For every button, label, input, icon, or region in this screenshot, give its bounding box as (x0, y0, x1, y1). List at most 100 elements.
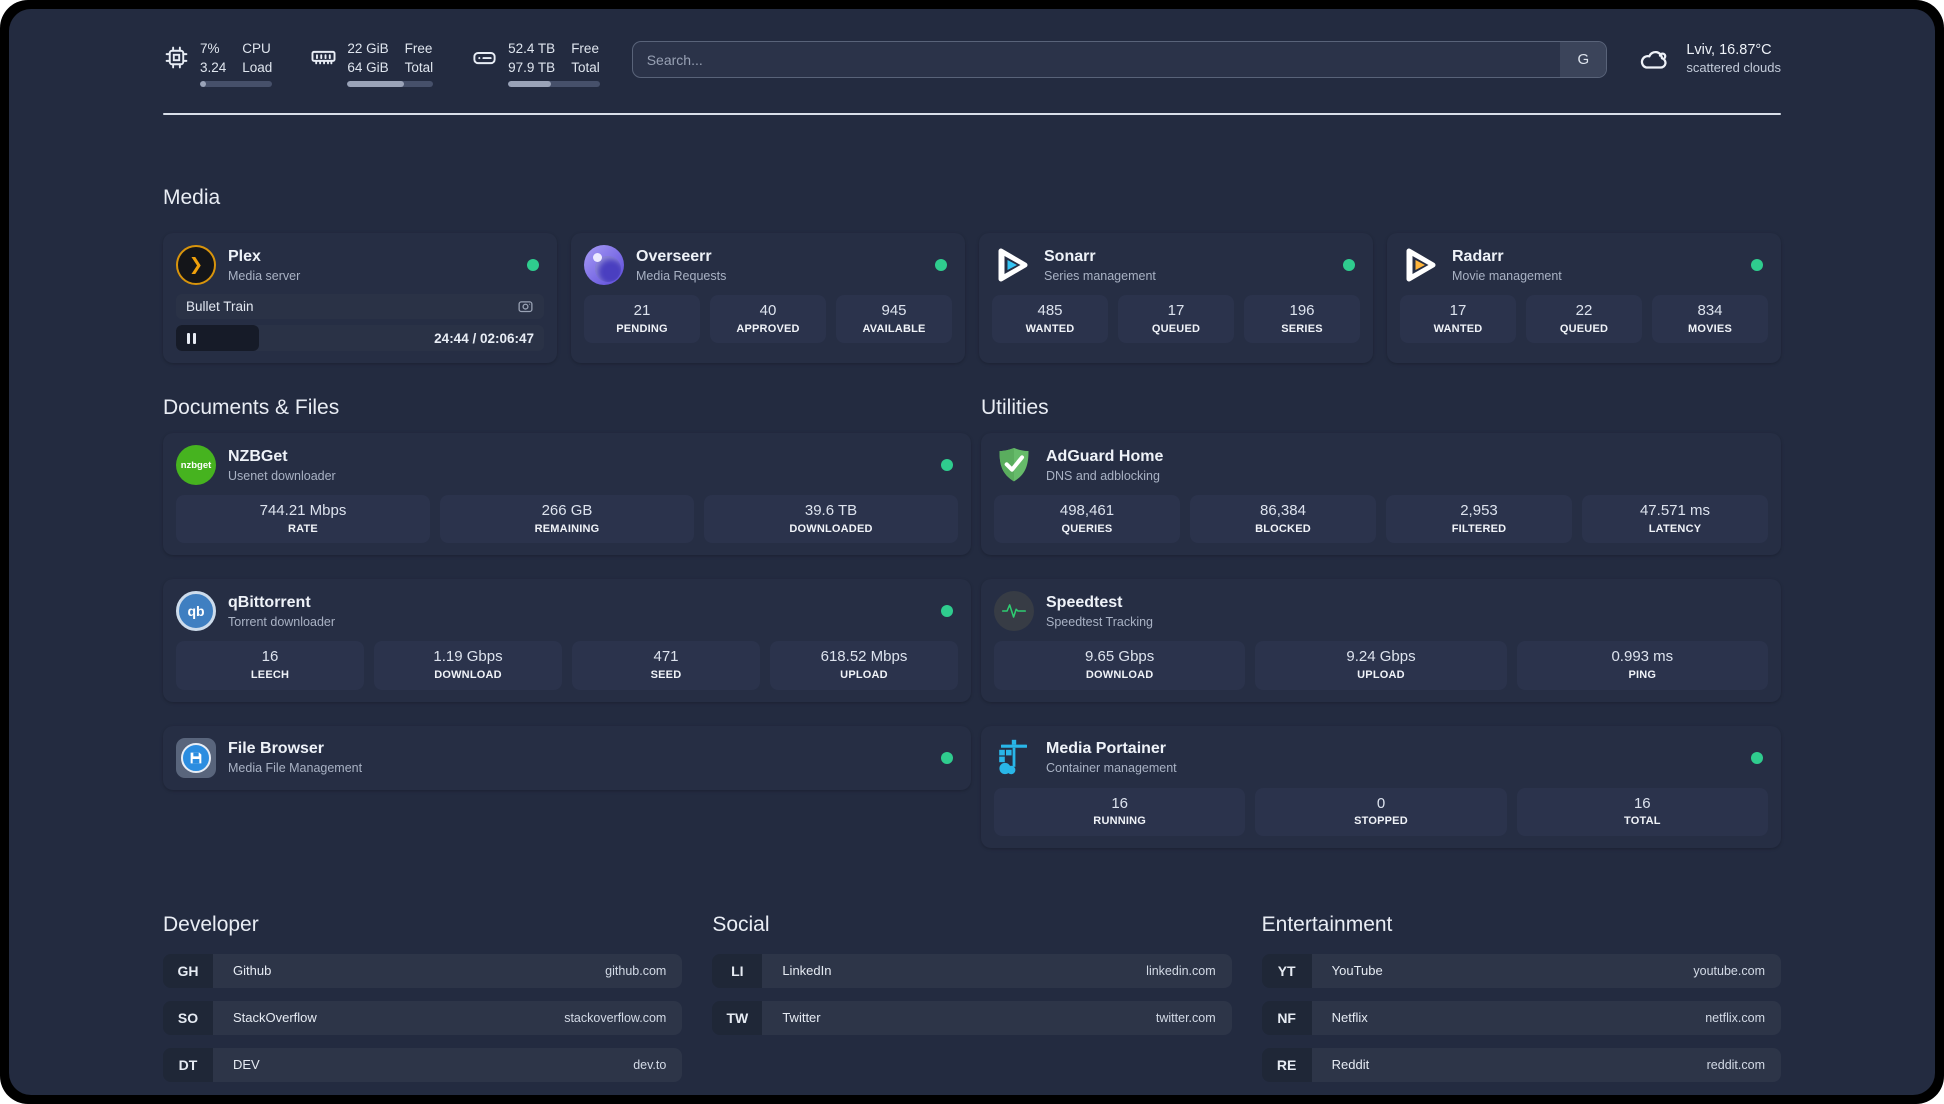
service-subtitle: DNS and adblocking (1046, 468, 1160, 483)
stat-value: 16 (261, 648, 279, 666)
stat-tile-latency: 47.571 ms LATENCY (1582, 495, 1768, 544)
stat-label: DOWNLOAD (1085, 668, 1154, 681)
weather-text: Lviv, 16.87°C scattered clouds (1686, 40, 1781, 77)
radarr-icon (1400, 245, 1440, 285)
card-portainer[interactable]: Media Portainer Container management 16 RUN… (981, 725, 1781, 848)
stat-label: APPROVED (736, 322, 800, 335)
video-camera-icon (517, 298, 534, 315)
bookmark-reddit[interactable]: RE Reddit reddit.com (1261, 1047, 1781, 1082)
stat-progress-fill (200, 81, 206, 88)
stat-tile-ping: 0.993 ms PING (1516, 641, 1768, 690)
stat-tiles: 21 PENDING 40 APPROVED 945 AVAILABLE (584, 295, 952, 344)
system-stats: 7% 3.24 CPU Load 22 GiB 64 GiB Free Total 52.4 T… (163, 39, 600, 88)
section-title-social: Social (712, 912, 770, 936)
service-subtitle: Media Requests (636, 268, 727, 283)
card-nzbget[interactable]: nzbget NZBGet Usenet downloader 744.21 Mbps… (163, 433, 971, 556)
bookmark-url: github.com (605, 963, 667, 978)
card-header: Media Portainer Container management (994, 738, 1768, 778)
bookmark-dev[interactable]: DT DEV dev.to (163, 1047, 683, 1082)
stat-value: 40 (759, 302, 777, 320)
status-dot-online (1751, 259, 1763, 272)
stat-value: 196 (1289, 302, 1315, 320)
card-adguard[interactable]: AdGuard Home DNS and adblocking 498,461 QUE… (981, 433, 1781, 556)
stat-tiles: 485 WANTED 17 QUEUED 196 SERIES (992, 295, 1360, 344)
search-input[interactable] (632, 42, 1561, 77)
documents-cards: nzbget NZBGet Usenet downloader 744.21 Mbps… (163, 433, 971, 790)
card-sonarr[interactable]: Sonarr Series management 485 WANTED 17 QUEUED… (979, 233, 1373, 364)
service-title: Radarr (1452, 247, 1504, 265)
adguard-icon (994, 445, 1034, 485)
bookmark-github[interactable]: GH Github github.com (163, 953, 683, 988)
window-frame: 7% 3.24 CPU Load 22 GiB 64 GiB Free Total 52.4 T… (0, 0, 1944, 1104)
service-title: AdGuard Home (1046, 447, 1164, 465)
card-radarr[interactable]: Radarr Movie management 17 WANTED 22 QUEUED 83… (1387, 233, 1781, 364)
stat-label: SEED (650, 668, 682, 681)
bookmark-name: Twitter (782, 1010, 821, 1026)
bookmark-name: Netflix (1331, 1010, 1368, 1026)
stat-value: 16 (1633, 794, 1651, 812)
card-qbittorrent[interactable]: qb qBittorrent Torrent downloader 16 LEECH 1.… (163, 579, 971, 702)
stat-progress-fill (508, 81, 552, 88)
stat-tile-filtered: 2,953 FILTERED (1386, 495, 1572, 544)
bookmark-twitter[interactable]: TW Twitter twitter.com (712, 1000, 1232, 1035)
playback-progress-bar[interactable]: 24:44 / 02:06:47 (176, 325, 544, 352)
card-plex[interactable]: ❯ Plex Media server Bullet Train 24:44 / 02:… (163, 233, 557, 364)
playback-progress-fill (176, 325, 259, 352)
bookmark-abbr: SO (163, 1000, 213, 1035)
cpu-icon (163, 44, 190, 71)
weather-condition: scattered clouds (1686, 60, 1781, 76)
cloud-icon (1635, 42, 1673, 76)
section-title-documents: Documents & Files (163, 396, 340, 420)
stat-progress-bar (508, 81, 600, 88)
bookmark-youtube[interactable]: YT YouTube youtube.com (1261, 953, 1781, 988)
bookmark-abbr: NF (1261, 1000, 1312, 1035)
stat-value: 1.19 Gbps (433, 648, 503, 666)
bookmark-name: Reddit (1331, 1057, 1370, 1073)
service-title: Sonarr (1044, 247, 1096, 265)
stat-value: 834 (1697, 302, 1723, 320)
bookmark-name: DEV (233, 1057, 260, 1073)
status-dot-online (941, 459, 953, 472)
bookmark-url: netflix.com (1705, 1010, 1765, 1025)
stat-label: STOPPED (1354, 814, 1408, 827)
stat-label: QUEUED (1151, 322, 1201, 335)
stat-value: 47.571 ms (1639, 502, 1711, 520)
card-overseerr[interactable]: Overseerr Media Requests 21 PENDING 40 APPROV… (571, 233, 965, 364)
stat-value: 618.52 Mbps (820, 648, 908, 666)
stat-label: DOWNLOADED (789, 522, 873, 535)
card-speedtest[interactable]: Speedtest Speedtest Tracking 9.65 Gbps DOWN… (981, 579, 1781, 702)
stat-label: QUERIES (1061, 522, 1113, 535)
search-engine-button[interactable]: G (1560, 42, 1607, 77)
stat-label: RUNNING (1093, 814, 1147, 827)
bookmark-netflix[interactable]: NF Netflix netflix.com (1261, 1000, 1781, 1035)
bookmark-abbr: YT (1261, 953, 1312, 988)
dashboard-content: 7% 3.24 CPU Load 22 GiB 64 GiB Free Total 52.4 T… (163, 9, 1781, 1082)
stat-tile-rate: 744.21 Mbps RATE (176, 495, 430, 544)
stat-labels: CPU Load (242, 41, 273, 76)
now-playing: Bullet Train 24:44 / 02:06:47 (176, 294, 544, 352)
section-title-utilities: Utilities (981, 396, 1049, 420)
system-stat-ram: 22 GiB 64 GiB Free Total (310, 39, 434, 88)
bookmark-url: youtube.com (1693, 963, 1765, 978)
stat-value: 0 (1376, 794, 1386, 812)
card-filebrowser[interactable]: File Browser Media File Management (163, 725, 971, 790)
floppy-disk-icon (181, 742, 211, 773)
service-title: Plex (228, 247, 261, 265)
stat-label: REMAINING (534, 522, 600, 535)
bookmark-url: reddit.com (1706, 1057, 1765, 1072)
stat-label: LATENCY (1648, 522, 1702, 535)
bookmark-stackoverflow[interactable]: SO StackOverflow stackoverflow.com (163, 1000, 683, 1035)
stat-progress-fill (347, 81, 404, 88)
stat-label: PENDING (616, 322, 668, 335)
stat-label: RATE (288, 522, 318, 535)
stat-label: DOWNLOAD (434, 668, 502, 681)
pause-icon[interactable] (187, 332, 190, 344)
stat-value: 9.65 Gbps (1085, 648, 1155, 666)
stat-label: BLOCKED (1255, 522, 1311, 535)
bookmark-name: Github (233, 963, 272, 979)
bookmark-linkedin[interactable]: LI LinkedIn linkedin.com (712, 953, 1232, 988)
stat-value: 471 (653, 648, 679, 666)
service-subtitle: Speedtest Tracking (1046, 614, 1154, 629)
bookmark-abbr: LI (712, 953, 763, 988)
status-dot-online (941, 751, 953, 764)
